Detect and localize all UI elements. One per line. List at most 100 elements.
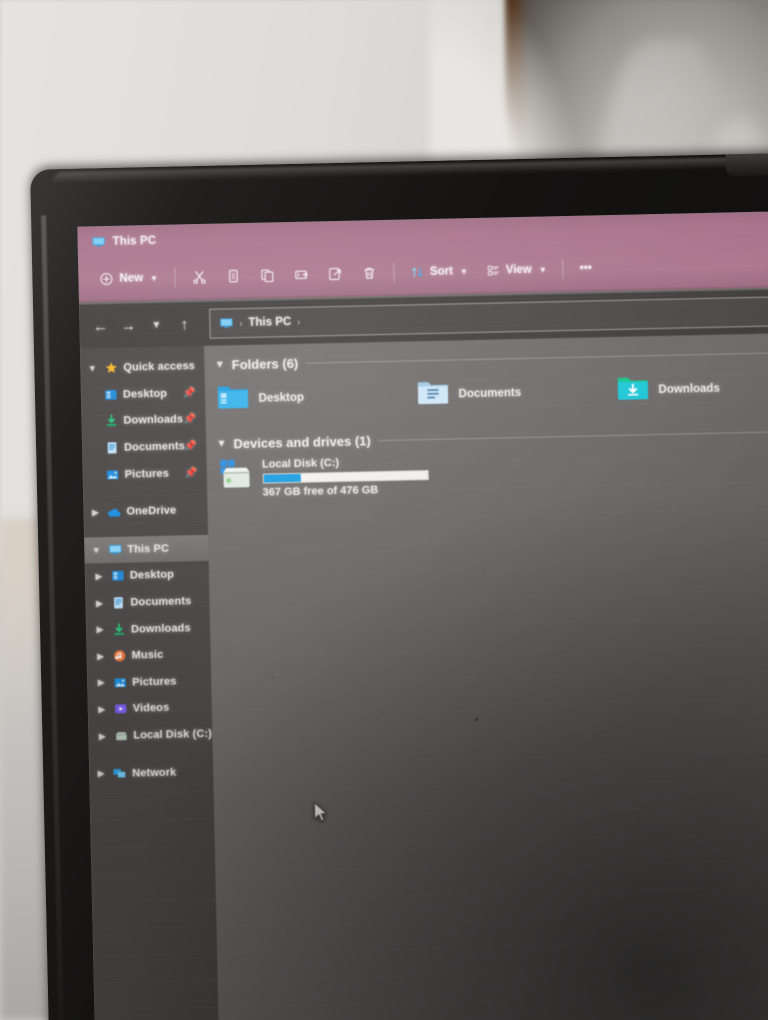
sidebar-item-label: Downloads — [123, 413, 184, 428]
music-icon — [111, 648, 126, 663]
folder-desktop-icon — [215, 381, 250, 417]
chevron-right-icon[interactable]: ▶ — [95, 768, 107, 779]
sidebar-item-label: This PC — [127, 542, 170, 556]
more-options-button[interactable]: ••• — [570, 253, 601, 284]
downloads-icon — [111, 622, 126, 637]
sidebar-item-downloads-quick[interactable]: Downloads 📌 — [81, 406, 205, 435]
sidebar-item-documents-quick[interactable]: Documents 📌 — [82, 433, 206, 462]
documents-icon — [110, 595, 125, 610]
up-button[interactable]: ↑ — [171, 311, 198, 338]
paste-button[interactable] — [250, 260, 285, 291]
sidebar-item-pictures-quick[interactable]: Pictures 📌 — [82, 459, 206, 488]
plus-circle-icon — [99, 272, 113, 286]
chevron-right-icon[interactable]: ▶ — [95, 677, 107, 688]
chevron-down-icon: ▼ — [459, 266, 468, 276]
desktop-icon — [110, 569, 125, 584]
drive-icon — [113, 728, 128, 743]
sidebar-item-videos[interactable]: ▶ Videos — [88, 694, 212, 723]
folder-row: Desktop Documents Downloads — [215, 369, 768, 417]
pin-icon[interactable]: 📌 — [184, 441, 197, 452]
sidebar-item-label: Videos — [132, 702, 170, 715]
new-button[interactable]: New ▼ — [90, 263, 167, 295]
share-button[interactable] — [318, 259, 353, 290]
toolbar-divider — [173, 267, 176, 288]
sidebar-item-label: Desktop — [129, 569, 175, 583]
forward-button[interactable]: → — [115, 312, 142, 339]
share-icon — [327, 266, 343, 282]
this-pc-icon — [91, 235, 105, 249]
toolbar-divider — [562, 259, 564, 280]
copy-button[interactable] — [216, 261, 251, 292]
laptop-screen: This PC New ▼ Sort ▼ View ▼ ••• ← → ▼ ↑ … — [77, 211, 768, 1020]
cut-button[interactable] — [182, 262, 217, 293]
sidebar-item-onedrive[interactable]: ▶ OneDrive — [83, 497, 207, 526]
group-divider — [377, 430, 768, 442]
sidebar-item-desktop-quick[interactable]: Desktop 📌 — [81, 380, 205, 409]
this-pc-icon — [107, 542, 122, 557]
sidebar-item-downloads[interactable]: ▶ Downloads — [86, 614, 210, 643]
sort-button[interactable]: Sort ▼ — [401, 256, 478, 288]
chevron-right-icon[interactable]: ▶ — [94, 624, 106, 635]
group-title: Folders (6) — [231, 355, 299, 373]
chevron-down-icon[interactable]: ▼ — [86, 364, 98, 374]
folder-documents-icon — [415, 377, 450, 413]
drive-info: Local Disk (C:) 367 GB free of 476 GB — [262, 454, 429, 499]
view-button[interactable]: View ▼ — [477, 254, 557, 286]
sidebar-item-label: Local Disk (C:) — [133, 727, 213, 742]
chevron-right-icon[interactable]: ▶ — [96, 731, 108, 742]
chevron-right-icon[interactable]: ▶ — [96, 704, 108, 715]
sidebar-item-label: Documents — [130, 595, 192, 609]
recent-locations-button[interactable]: ▼ — [143, 312, 170, 339]
breadcrumb[interactable]: › This PC › — [209, 296, 768, 339]
chevron-right-icon[interactable]: ▶ — [93, 571, 105, 582]
sidebar-item-desktop[interactable]: ▶ Desktop — [85, 561, 209, 590]
folder-downloads-icon — [615, 372, 650, 408]
chevron-down-icon[interactable]: ▼ — [90, 545, 102, 555]
delete-button[interactable] — [352, 258, 387, 289]
breadcrumb-segment-this-pc[interactable]: This PC — [248, 316, 291, 329]
folder-item-downloads[interactable]: Downloads — [615, 369, 768, 408]
back-button[interactable]: ← — [87, 313, 114, 340]
file-list-pane[interactable]: ▼ Folders (6) Desktop Documents Download… — [204, 332, 768, 1020]
group-header-folders[interactable]: ▼ Folders (6) — [215, 345, 768, 373]
folder-item-desktop[interactable]: Desktop — [215, 377, 416, 416]
drive-label: Local Disk (C:) — [261, 456, 340, 471]
folder-item-documents[interactable]: Documents — [415, 373, 616, 412]
chevron-down-icon[interactable]: ▼ — [215, 359, 225, 370]
chevron-down-icon: ▼ — [149, 273, 159, 283]
rename-button[interactable] — [284, 259, 319, 290]
toolbar-divider — [392, 262, 395, 283]
mouse-pointer — [313, 801, 328, 822]
bezel-notch — [725, 153, 768, 177]
breadcrumb-separator: › — [239, 318, 243, 329]
chevron-down-icon[interactable]: ▼ — [216, 438, 226, 449]
sidebar-item-pictures[interactable]: ▶ Pictures — [87, 667, 211, 696]
folder-label: Documents — [458, 386, 522, 400]
more-options-label: ••• — [579, 262, 592, 275]
breadcrumb-separator: › — [297, 316, 301, 327]
this-pc-icon — [219, 316, 233, 330]
pin-icon[interactable]: 📌 — [185, 467, 198, 478]
chevron-right-icon[interactable]: ▶ — [89, 507, 101, 518]
dust-speck — [483, 567, 486, 570]
paste-icon — [259, 267, 275, 283]
sidebar-item-this-pc[interactable]: ▼ This PC — [84, 534, 209, 564]
downloads-icon — [103, 414, 118, 429]
chevron-right-icon[interactable]: ▶ — [93, 598, 105, 609]
drive-usage-fill — [263, 473, 302, 483]
sidebar-item-documents[interactable]: ▶ Documents — [85, 588, 209, 617]
sidebar-item-local-disk-c[interactable]: ▶ Local Disk (C:) — [88, 721, 212, 750]
sidebar-item-quick-access[interactable]: ▼ Quick access — [80, 353, 204, 382]
star-icon — [103, 361, 118, 376]
laptop: This PC New ▼ Sort ▼ View ▼ ••• ← → ▼ ↑ … — [30, 153, 768, 1020]
onedrive-icon — [106, 505, 121, 520]
pin-icon[interactable]: 📌 — [183, 387, 196, 398]
sidebar-item-network[interactable]: ▶ Network — [89, 758, 213, 787]
pictures-icon — [112, 675, 127, 690]
pin-icon[interactable]: 📌 — [183, 414, 196, 425]
drive-free-space: 367 GB free of 476 GB — [262, 484, 379, 499]
sidebar-item-music[interactable]: ▶ Music — [86, 641, 210, 670]
chevron-right-icon[interactable]: ▶ — [95, 651, 107, 662]
folder-label: Downloads — [658, 382, 720, 396]
drive-item-local-disk-c[interactable]: Local Disk (C:) 367 GB free of 476 GB — [217, 446, 768, 500]
